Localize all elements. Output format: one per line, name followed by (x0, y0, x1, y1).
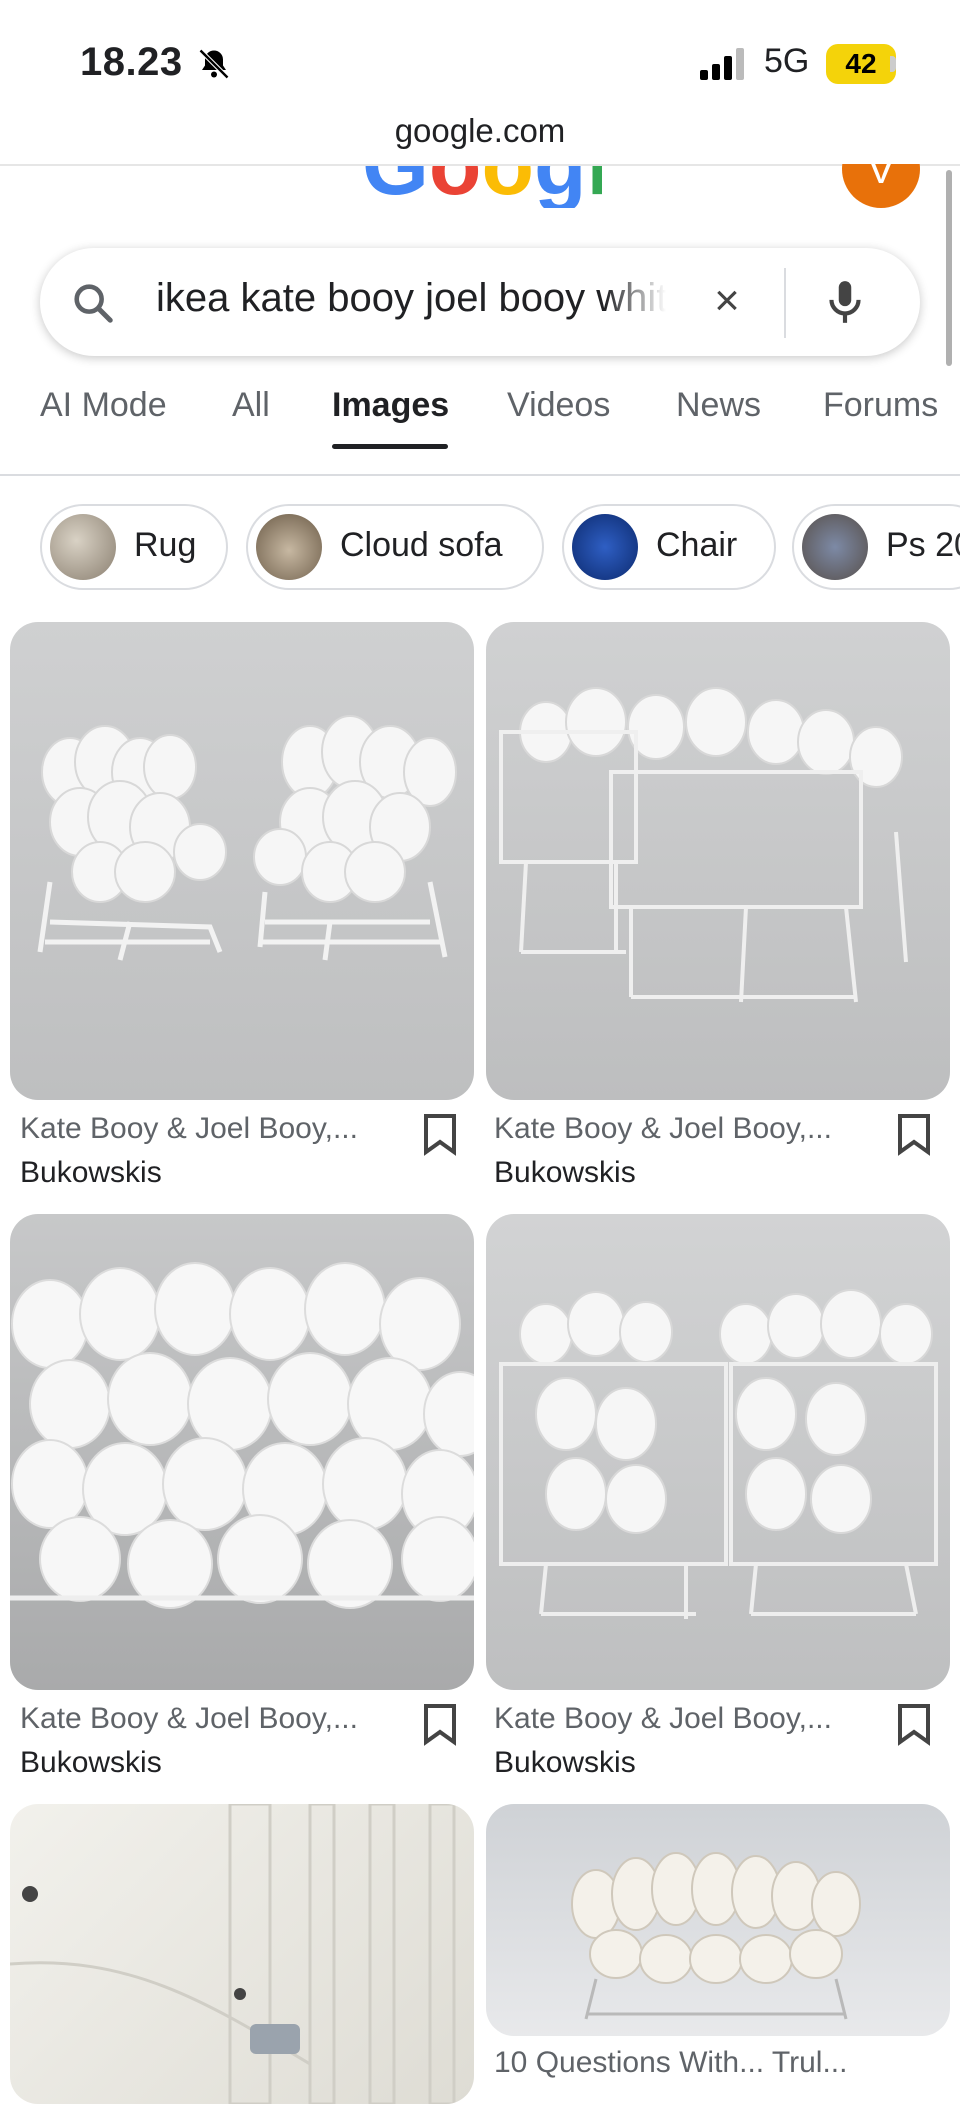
tab-images[interactable]: Images (332, 386, 449, 425)
account-avatar-clip: V (830, 164, 930, 214)
page-scrollbar[interactable] (946, 170, 952, 366)
result-title[interactable]: Kate Booy & Joel Booy,... (20, 1702, 358, 1736)
result-title[interactable]: Kate Booy & Joel Booy,... (20, 1112, 358, 1146)
result-source[interactable]: Bukowskis (20, 1746, 162, 1780)
bell-muted-icon (198, 48, 230, 80)
chip-label: Cloud sofa (340, 526, 503, 564)
result-source[interactable]: Bukowskis (494, 1746, 636, 1780)
network-type: 5G (764, 42, 810, 80)
chip-rug[interactable]: Rug (40, 504, 228, 590)
result-source[interactable]: Bukowskis (494, 1156, 636, 1190)
cellular-signal-icon (700, 48, 748, 80)
chair-detail-illustration (10, 1804, 456, 2104)
chip-label: Rug (134, 526, 197, 564)
chip-thumbnail (802, 514, 868, 580)
chairs-illustration (499, 1289, 938, 1619)
tab-ai-mode[interactable]: AI Mode (40, 386, 167, 425)
result-title[interactable]: Kate Booy & Joel Booy,... (494, 1112, 832, 1146)
bookmark-icon[interactable] (896, 1112, 932, 1156)
tab-news[interactable]: News (676, 386, 761, 425)
result-image[interactable] (10, 1214, 474, 1690)
search-tabs: AI Mode All Images Videos News Forums (0, 386, 960, 476)
google-logo[interactable]: Google (362, 166, 602, 208)
tab-forums[interactable]: Forums (823, 386, 938, 425)
bookmark-icon[interactable] (422, 1112, 458, 1156)
chip-thumbnail (256, 514, 322, 580)
chip-label: Chair (656, 526, 738, 564)
result-title[interactable]: Kate Booy & Joel Booy,... (494, 1702, 832, 1736)
result-image[interactable] (10, 1804, 474, 2104)
chip-chair[interactable]: Chair (562, 504, 776, 590)
tabs-divider (0, 474, 960, 476)
result-source[interactable]: Bukowskis (20, 1156, 162, 1190)
chairs-illustration (499, 687, 908, 1003)
pillows-illustration (10, 1262, 474, 1609)
result-image[interactable] (486, 1804, 950, 2036)
active-tab-indicator (332, 444, 448, 449)
account-avatar[interactable]: V (842, 164, 920, 208)
search-icon[interactable] (70, 280, 116, 326)
search-separator (784, 268, 786, 338)
result-title[interactable]: 10 Questions With... Trul... (494, 2046, 847, 2080)
microphone-icon[interactable] (820, 276, 870, 328)
chip-thumbnail (572, 514, 638, 580)
chip-ps-2014[interactable]: Ps 2014 (792, 504, 960, 590)
chairs-illustration (37, 715, 457, 961)
battery-tip (890, 56, 896, 72)
chip-cloud-sofa[interactable]: Cloud sofa (246, 504, 544, 590)
search-input[interactable]: ikea kate booy joel booy white (156, 276, 666, 321)
result-image[interactable] (10, 622, 474, 1100)
battery-indicator: 42 (826, 44, 896, 84)
tab-all[interactable]: All (232, 386, 270, 425)
result-image[interactable] (486, 1214, 950, 1690)
status-time: 18.23 (80, 40, 183, 84)
bookmark-icon[interactable] (422, 1702, 458, 1746)
bookmark-icon[interactable] (896, 1702, 932, 1746)
result-image[interactable] (486, 622, 950, 1100)
address-bar-url[interactable]: google.com (0, 112, 960, 150)
clear-search-button[interactable]: × (704, 278, 750, 324)
chip-label: Ps 2014 (886, 526, 960, 564)
tab-videos[interactable]: Videos (507, 386, 610, 425)
sofa-illustration (571, 1852, 861, 2020)
chip-thumbnail (50, 514, 116, 580)
